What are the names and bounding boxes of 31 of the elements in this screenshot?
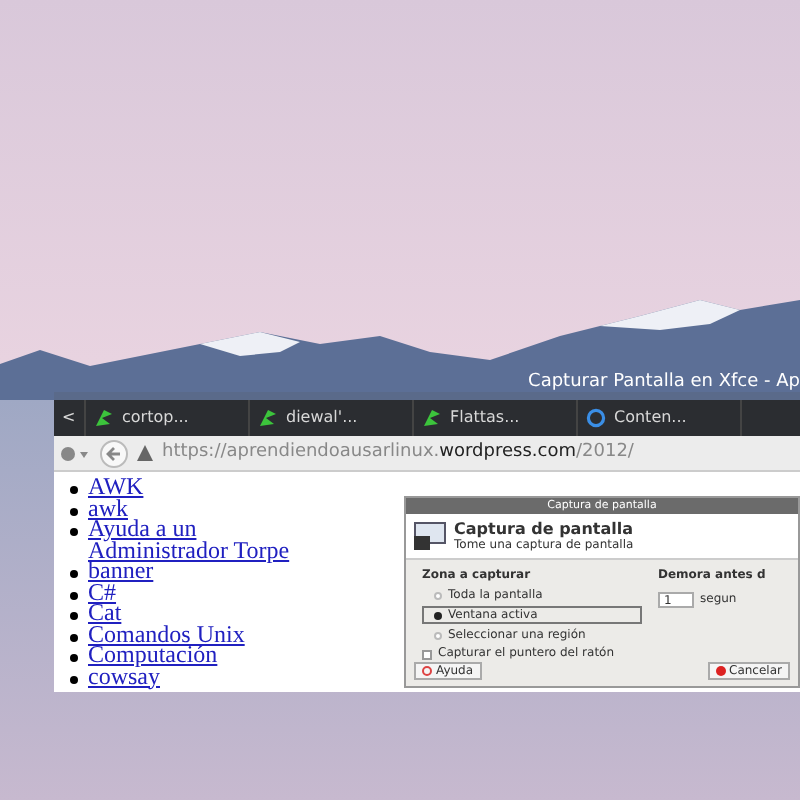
tag-link[interactable]: Cat (88, 602, 122, 623)
bullet-icon (70, 633, 78, 641)
bullet-icon (70, 591, 78, 599)
tag-link[interactable]: Computación (88, 644, 218, 665)
tag-link[interactable]: awk (88, 497, 128, 518)
tag-link[interactable]: Comandos Unix (88, 623, 245, 644)
bullet-icon (70, 675, 78, 683)
tag-link[interactable]: C# (88, 581, 117, 602)
lifebuoy-icon (422, 666, 432, 676)
bullet-icon (70, 654, 78, 662)
bullet-icon (70, 486, 78, 494)
bullet-icon (70, 612, 78, 620)
back-arrow-icon[interactable] (100, 439, 128, 467)
spinner-icon (586, 408, 606, 428)
checkbox[interactable] (422, 649, 432, 659)
url-field[interactable]: https://aprendiendoausarlinux.wordpress.com/2012/ (162, 439, 634, 467)
screenshot-app-icon (414, 522, 446, 550)
stop-icon (715, 666, 726, 676)
bullet-icon (70, 570, 78, 578)
radio-button[interactable] (434, 611, 442, 619)
radio-button[interactable] (434, 631, 442, 639)
bullet-icon (70, 507, 78, 515)
dialog-heading: Captura de pantalla (454, 520, 634, 538)
bullet-icon (70, 528, 78, 536)
radio-button[interactable] (434, 591, 442, 599)
window-title: Capturar Pantalla en Xfce - Ap (528, 372, 800, 394)
tag-link[interactable]: banner (88, 560, 154, 581)
warning-icon (136, 444, 154, 462)
tag-link[interactable]: cowsay (88, 665, 160, 686)
tag-link[interactable]: AWK (88, 476, 144, 497)
page-menu-icon[interactable] (60, 445, 92, 461)
